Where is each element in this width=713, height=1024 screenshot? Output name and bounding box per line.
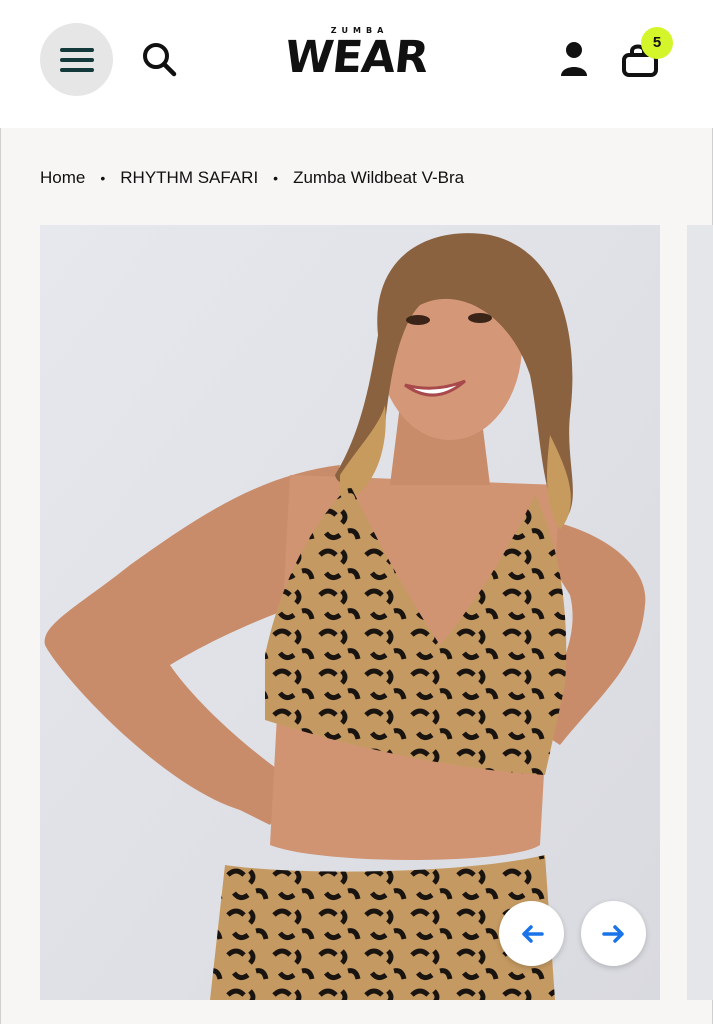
product-image <box>40 225 660 1000</box>
next-slide-preview[interactable] <box>687 225 713 1000</box>
zumba-wear-logo[interactable]: ZUMBA WEAR <box>282 26 431 92</box>
previous-image-button[interactable] <box>499 901 564 966</box>
breadcrumb: Home • RHYTHM SAFARI • Zumba Wildbeat V-… <box>40 165 464 191</box>
arrow-left-icon <box>521 924 544 943</box>
account-button[interactable] <box>558 40 590 80</box>
menu-button[interactable] <box>40 23 113 96</box>
arrow-right-icon <box>601 924 624 943</box>
user-icon <box>561 42 587 76</box>
breadcrumb-separator: • <box>100 170 106 186</box>
breadcrumb-home[interactable]: Home <box>40 168 85 188</box>
breadcrumb-collection[interactable]: RHYTHM SAFARI <box>120 168 258 188</box>
search-icon <box>143 43 177 77</box>
search-button[interactable] <box>140 40 180 80</box>
logo-main-text: WEAR <box>282 32 431 83</box>
menu-icon <box>59 47 94 72</box>
next-image-button[interactable] <box>581 901 646 966</box>
cart-count-badge: 5 <box>641 27 673 59</box>
breadcrumb-separator: • <box>273 170 279 186</box>
frame-edge-left <box>0 0 1 1024</box>
site-header: ZUMBA WEAR 5 <box>0 0 713 128</box>
product-image-gallery[interactable] <box>40 225 660 1000</box>
breadcrumb-current-product: Zumba Wildbeat V-Bra <box>293 168 465 187</box>
